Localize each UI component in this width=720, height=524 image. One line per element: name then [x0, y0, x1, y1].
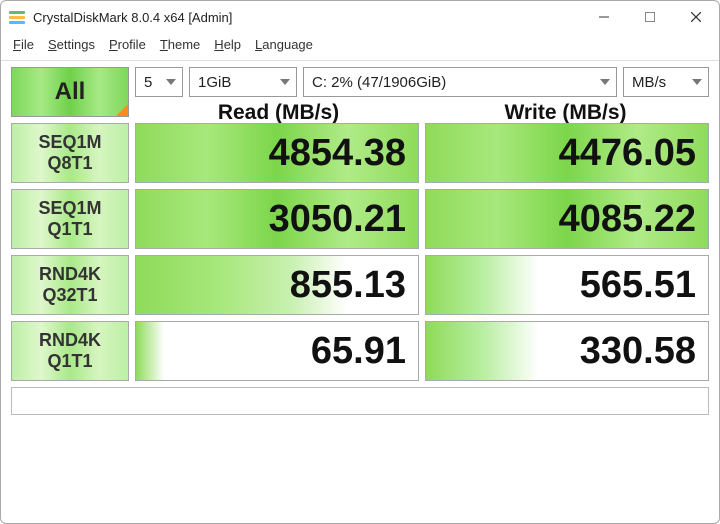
- test-label-2: Q8T1: [47, 153, 92, 174]
- test-label-1: SEQ1M: [38, 132, 101, 153]
- header-read: Read (MB/s): [135, 101, 422, 125]
- test-button-seq1m-q8t1[interactable]: SEQ1M Q8T1: [11, 123, 129, 183]
- test-button-seq1m-q1t1[interactable]: SEQ1M Q1T1: [11, 189, 129, 249]
- test-label-2: Q1T1: [47, 351, 92, 372]
- status-bar: [11, 387, 709, 415]
- run-all-button[interactable]: All: [11, 67, 129, 117]
- select-test-count[interactable]: 5: [135, 67, 183, 97]
- test-button-rnd4k-q32t1[interactable]: RND4K Q32T1: [11, 255, 129, 315]
- maximize-button[interactable]: [627, 1, 673, 33]
- result-write-3: 330.58: [425, 321, 709, 381]
- test-button-rnd4k-q1t1[interactable]: RND4K Q1T1: [11, 321, 129, 381]
- select-unit[interactable]: MB/s: [623, 67, 709, 97]
- test-label-1: RND4K: [39, 264, 101, 285]
- menu-language[interactable]: Language: [255, 37, 313, 52]
- select-drive[interactable]: C: 2% (47/1906GiB): [303, 67, 617, 97]
- menu-theme[interactable]: Theme: [160, 37, 200, 52]
- test-label-2: Q1T1: [47, 219, 92, 240]
- test-label-1: SEQ1M: [38, 198, 101, 219]
- result-read-1: 3050.21: [135, 189, 419, 249]
- result-write-2: 565.51: [425, 255, 709, 315]
- window-title: CrystalDiskMark 8.0.4 x64 [Admin]: [33, 10, 581, 25]
- content: All 5 1GiB C: 2% (47/1906GiB) MB/s Read …: [1, 61, 719, 421]
- window-controls: [581, 1, 719, 33]
- app-icon: [9, 9, 25, 25]
- titlebar: CrystalDiskMark 8.0.4 x64 [Admin]: [1, 1, 719, 33]
- menubar: File Settings Profile Theme Help Languag…: [1, 33, 719, 61]
- result-write-1: 4085.22: [425, 189, 709, 249]
- header-write: Write (MB/s): [422, 101, 709, 125]
- menu-settings[interactable]: Settings: [48, 37, 95, 52]
- test-label-1: RND4K: [39, 330, 101, 351]
- result-read-2: 855.13: [135, 255, 419, 315]
- result-read-0: 4854.38: [135, 123, 419, 183]
- menu-file[interactable]: File: [13, 37, 34, 52]
- select-test-size[interactable]: 1GiB: [189, 67, 297, 97]
- menu-help[interactable]: Help: [214, 37, 241, 52]
- close-button[interactable]: [673, 1, 719, 33]
- result-read-3: 65.91: [135, 321, 419, 381]
- test-label-2: Q32T1: [42, 285, 97, 306]
- result-write-0: 4476.05: [425, 123, 709, 183]
- menu-profile[interactable]: Profile: [109, 37, 146, 52]
- minimize-button[interactable]: [581, 1, 627, 33]
